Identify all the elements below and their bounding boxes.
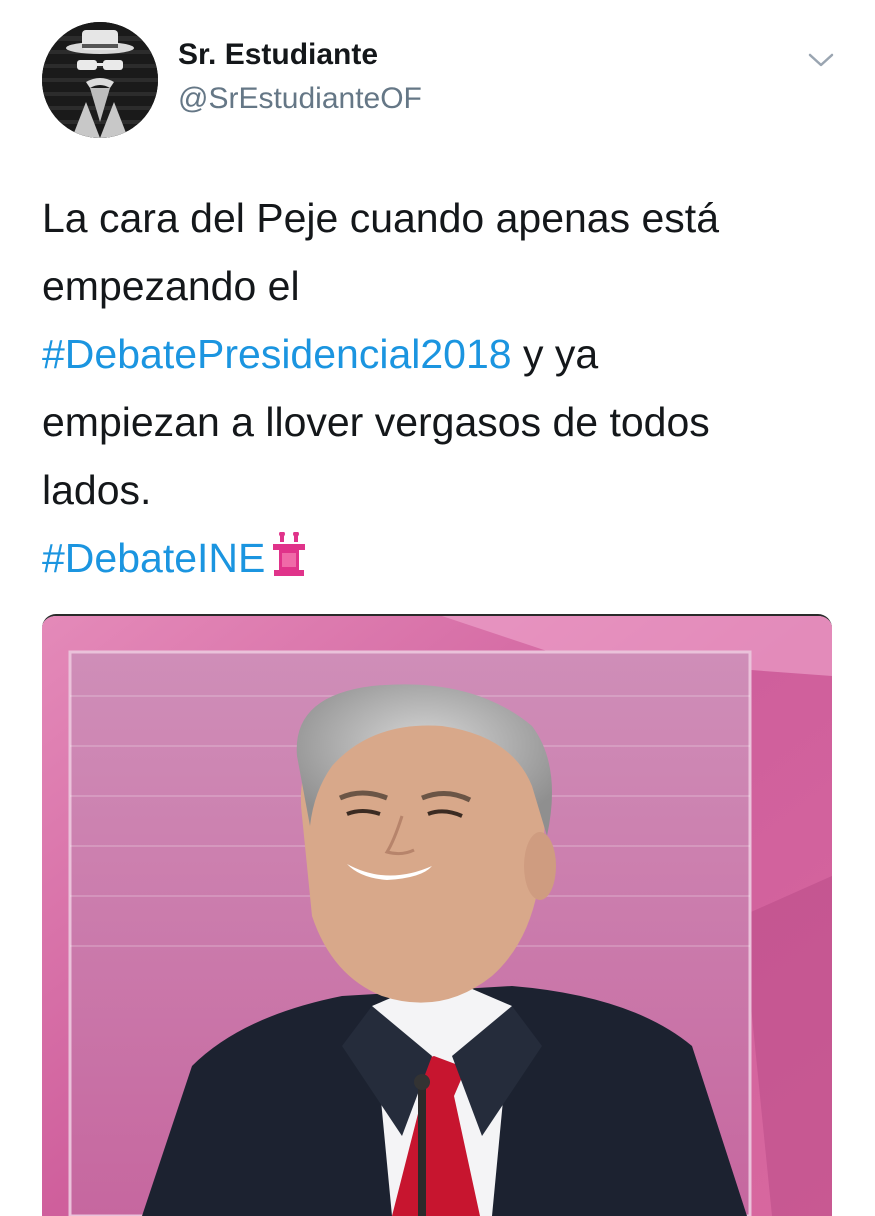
tweet-text-line: lados. — [42, 456, 842, 524]
author-display-name[interactable]: Sr. Estudiante — [178, 38, 378, 72]
hashtag-debate-presidencial-2018[interactable]: #DebatePresidencial2018 — [42, 331, 512, 377]
tweet-media-photo[interactable] — [42, 614, 832, 1216]
hashtag-debate-ine[interactable]: #DebateINE — [42, 535, 265, 581]
podium-emoji-icon — [271, 528, 307, 596]
tweet-text-segment: La cara del Peje cuando apenas está — [42, 195, 720, 241]
tweet-text-line: #DebateINE — [42, 524, 842, 596]
tweet-text-segment: y ya — [511, 331, 599, 377]
tweet-text-segment: lados. — [42, 467, 152, 513]
tweet-text: La cara del Peje cuando apenas está empe… — [42, 184, 842, 596]
tweet-text-segment: empezando el — [42, 263, 300, 309]
tweet-header: Sr. Estudiante @SrEstudianteOF — [0, 0, 875, 160]
author-handle[interactable]: @SrEstudianteOF — [178, 82, 422, 116]
smiling-man-at-podium-photo — [42, 616, 832, 1216]
tweet-text-line: #DebatePresidencial2018 y ya — [42, 320, 842, 388]
author-avatar[interactable] — [42, 22, 158, 138]
masked-figure-avatar-icon — [42, 22, 158, 138]
tweet-text-segment: empiezan a llover vergasos de todos — [42, 399, 710, 445]
tweet-text-line: empezando el — [42, 252, 842, 320]
tweet-text-line: empiezan a llover vergasos de todos — [42, 388, 842, 456]
tweet-text-line: La cara del Peje cuando apenas está — [42, 184, 842, 252]
chevron-down-icon[interactable] — [806, 48, 836, 72]
